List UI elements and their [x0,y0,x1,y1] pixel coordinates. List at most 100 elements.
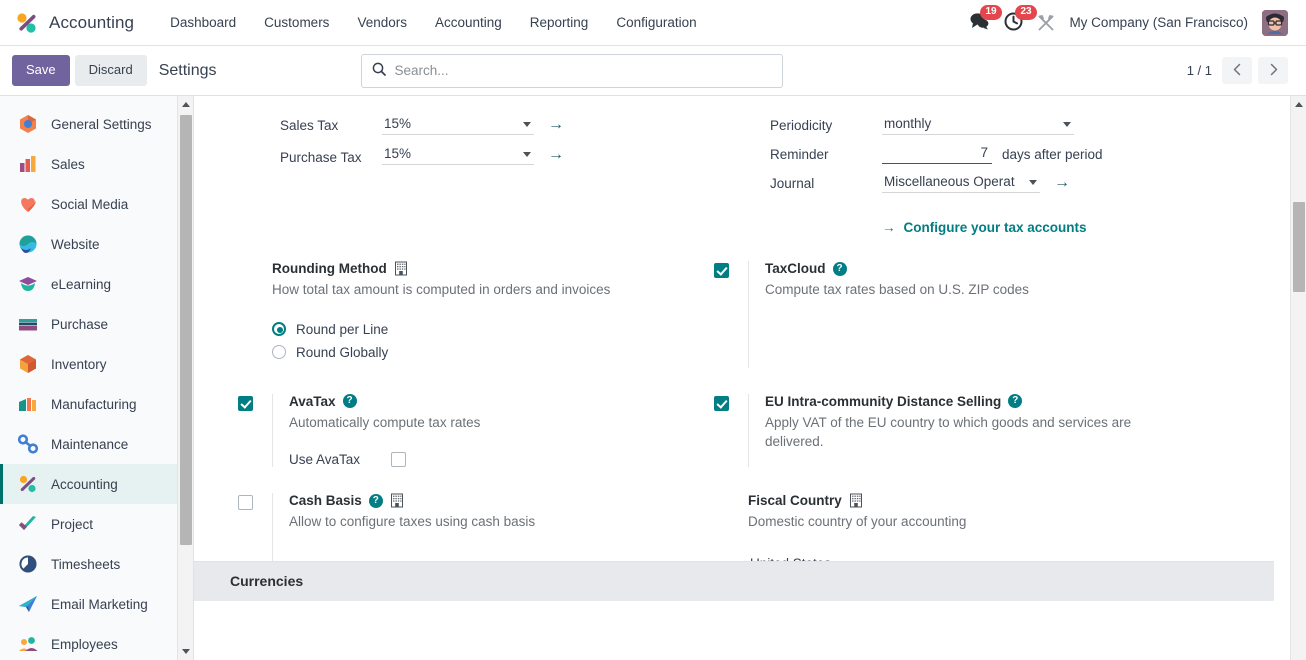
radio-round-globally[interactable]: Round Globally [272,345,698,360]
sidebar-item-elearning[interactable]: eLearning [0,264,193,304]
purchase-tax-select[interactable]: 15% [382,144,534,165]
periodicity-label: Periodicity [770,118,833,133]
eu-distance-selling-description: Apply VAT of the EU country to which goo… [765,414,1132,450]
configure-tax-accounts-label: Configure your tax accounts [903,220,1087,235]
sidebar-item-website[interactable]: Website [0,224,193,264]
use-avatax-checkbox[interactable] [391,452,406,468]
scroll-down-arrow-icon[interactable] [178,643,193,660]
avatax-body: AvaTax ? Automatically compute tax rates… [272,393,698,468]
question-mark-icon[interactable]: ? [342,394,357,409]
project-icon [17,513,39,535]
sidebar-scrollbar-thumb[interactable] [180,115,192,545]
sidebar-item-maintenance[interactable]: Maintenance [0,424,193,464]
radio-round-globally-input[interactable] [272,345,286,360]
journal-row: Journal Miscellaneous Operat → [770,172,1254,194]
journal-select[interactable]: Miscellaneous Operat [882,172,1040,193]
nav-accounting[interactable]: Accounting [421,9,516,36]
tax-return-column: Periodicity monthly Reminder days after … [714,114,1254,235]
sidebar-item-purchase[interactable]: Purchase [0,304,193,344]
use-avatax-row: Use AvaTax [289,452,698,468]
nav-reporting[interactable]: Reporting [516,9,603,36]
reminder-days-input[interactable] [882,143,992,164]
periodicity-select[interactable]: monthly [882,114,1074,135]
chevron-down-icon [1063,122,1071,127]
setting-taxcloud: TaxCloud ? Compute tax rates based on U.… [714,261,1254,368]
sidebar-item-timesheets[interactable]: Timesheets [0,544,193,584]
default-taxes-column: Sales Tax 15% → Purchase Tax 15% → [194,114,714,235]
fiscal-country-description: Domestic country of your accounting [748,514,967,530]
pager: 1 / 1 [1187,57,1294,84]
rounding-method-body: Rounding Method How total tax amount is … [272,261,698,368]
cash-basis-checkbox[interactable] [238,495,253,511]
sidebar-item-project[interactable]: Project [0,504,193,544]
taxcloud-checkbox-col [714,261,748,368]
search-box[interactable] [360,53,783,88]
pager-count: 1 / 1 [1186,63,1212,78]
scroll-up-arrow-icon[interactable] [178,96,193,113]
sidebar-item-accounting[interactable]: Accounting [0,464,193,504]
setting-rounding-method: Rounding Method How total tax amount is … [194,261,714,368]
sidebar-item-employees[interactable]: Employees [0,624,193,660]
taxcloud-checkbox[interactable] [714,263,729,278]
scroll-up-arrow-icon[interactable] [1291,96,1306,113]
sidebar-item-label: Accounting [51,476,118,492]
building-icon [390,493,404,508]
eu-distance-selling-checkbox[interactable] [714,395,729,411]
nav-vendors[interactable]: Vendors [343,9,421,36]
pager-previous-button[interactable] [1222,57,1252,84]
user-avatar-icon[interactable] [1262,9,1288,36]
use-avatax-label: Use AvaTax [289,452,361,468]
sales-tax-row: Sales Tax 15% → [280,114,714,136]
content-area: General Settings Sales Social Media Webs… [0,96,1306,660]
sidebar-scrollbar[interactable] [177,96,193,660]
nav-configuration[interactable]: Configuration [602,9,710,36]
settings-sidebar-list: General Settings Sales Social Media Webs… [0,96,193,660]
settings-scrollbar-thumb[interactable] [1293,202,1305,292]
nav-customers[interactable]: Customers [250,9,343,36]
cash-basis-title: Cash Basis [289,493,362,509]
odoo-accounting-settings-page: Accounting Dashboard Customers Vendors A… [0,0,1306,660]
journal-label: Journal [770,176,815,191]
taxcloud-description: Compute tax rates based on U.S. ZIP code… [765,282,1029,297]
purchase-tax-internal-link[interactable]: → [548,144,564,166]
discard-button[interactable]: Discard [74,55,147,86]
avatax-checkbox[interactable] [238,395,253,411]
sidebar-item-label: Employees [51,636,118,652]
configure-tax-accounts-link[interactable]: → Configure your tax accounts [882,220,1087,235]
sidebar-item-email-marketing[interactable]: Email Marketing [0,584,193,624]
settings-scrollbar[interactable] [1290,96,1306,660]
search-input[interactable] [394,63,772,78]
sidebar-item-inventory[interactable]: Inventory [0,344,193,384]
activities-menu[interactable]: 23 [1004,4,1037,34]
sidebar-item-manufacturing[interactable]: Manufacturing [0,384,193,424]
radio-round-per-line-input[interactable] [272,322,286,337]
building-icon [849,493,863,508]
sales-tax-internal-link[interactable]: → [548,114,564,136]
social-media-icon [17,193,39,215]
question-mark-icon[interactable]: ? [368,493,383,508]
sales-tax-label: Sales Tax [280,118,339,133]
arrow-right-icon: → [882,220,896,235]
setting-eu-distance-selling: EU Intra-community Distance Selling ? Ap… [714,393,1254,468]
journal-internal-link[interactable]: → [1054,172,1070,194]
rounding-method-title: Rounding Method [272,261,387,276]
messages-menu[interactable]: 19 [969,5,1002,33]
question-mark-icon[interactable]: ? [832,261,847,276]
sidebar-item-general-settings[interactable]: General Settings [0,104,193,144]
sidebar-item-social-media[interactable]: Social Media [0,184,193,224]
nav-dashboard[interactable]: Dashboard [156,9,250,36]
sales-tax-select[interactable]: 15% [382,114,534,135]
sidebar-item-label: Project [51,516,94,532]
sidebar-item-sales[interactable]: Sales [0,144,193,184]
fiscal-country-title: Fiscal Country [748,493,842,509]
sidebar-item-label: Manufacturing [51,396,137,412]
top-navbar: Accounting Dashboard Customers Vendors A… [0,0,1306,46]
brand[interactable]: Accounting [14,10,134,36]
save-button[interactable]: Save [12,55,70,86]
sidebar-item-label: Website [51,236,100,252]
question-mark-icon[interactable]: ? [1008,394,1023,409]
wrench-tools-icon[interactable] [1037,14,1055,32]
radio-round-per-line[interactable]: Round per Line [272,322,698,337]
pager-next-button[interactable] [1258,57,1288,84]
company-switcher[interactable]: My Company (San Francisco) [1069,15,1248,30]
